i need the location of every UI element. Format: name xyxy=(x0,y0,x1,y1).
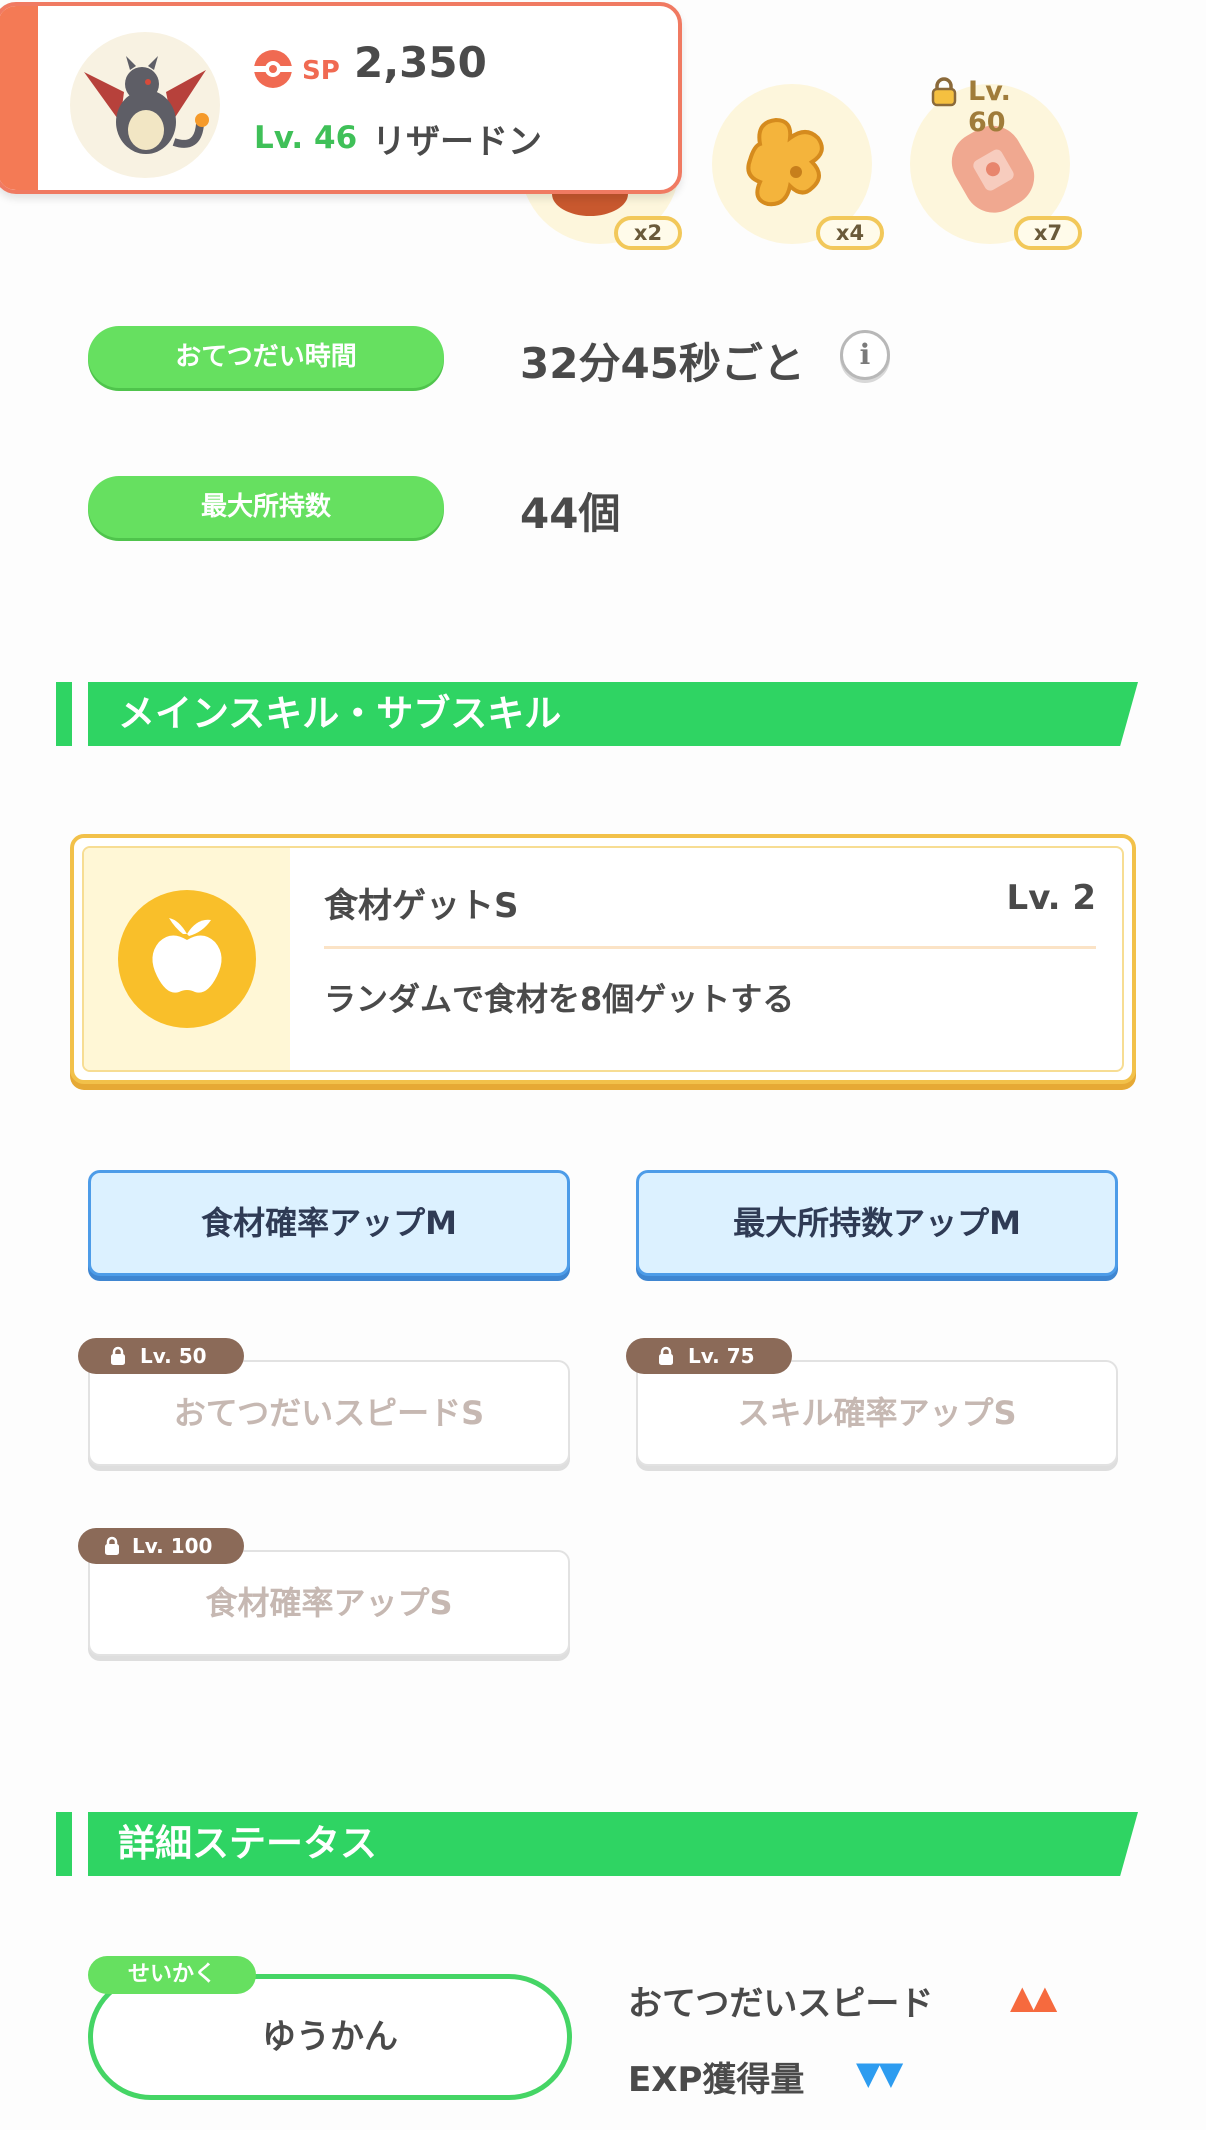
lock-icon xyxy=(931,77,957,107)
info-icon[interactable]: i xyxy=(840,330,890,380)
subskill-ingredient-finder-s[interactable]: 食材確率アップS xyxy=(88,1550,570,1656)
section-accent xyxy=(56,682,72,746)
subskill-skill-trigger-s[interactable]: スキル確率アップS xyxy=(636,1360,1118,1466)
card-accent-strip xyxy=(0,6,38,190)
lock-level-text: Lv. 50 xyxy=(140,1344,207,1368)
sp-value: 2,350 xyxy=(354,38,487,87)
lock-level-text: Lv. 100 xyxy=(132,1534,213,1558)
max-carry-value: 44個 xyxy=(520,489,621,538)
subskill-inventory-up-m[interactable]: 最大所持数アップM xyxy=(636,1170,1118,1276)
help-time-label: おてつだい時間 xyxy=(88,326,444,388)
pokemon-avatar xyxy=(70,32,220,178)
pokemon-card[interactable]: SP 2,350 Lv. 46 リザードン xyxy=(0,2,682,194)
lock-icon xyxy=(111,1346,125,1365)
skill-divider xyxy=(324,946,1096,949)
details-section-title: 詳細ステータス xyxy=(118,1822,377,1865)
main-skill-name: 食材ゲットS xyxy=(324,886,519,926)
section-accent xyxy=(56,1812,72,1876)
help-time-value: 32分45秒ごと xyxy=(520,339,805,388)
subskill-lock-lv100: Lv. 100 xyxy=(78,1528,244,1564)
ginger-count: x4 xyxy=(816,216,884,250)
sp-label: SP xyxy=(302,56,340,86)
subskill-lock-lv75: Lv. 75 xyxy=(626,1338,792,1374)
max-carry-label: 最大所持数 xyxy=(88,476,444,538)
nature-tag: せいかく xyxy=(88,1956,256,1994)
lock-icon xyxy=(659,1346,673,1365)
lock-level-text: Lv. 75 xyxy=(688,1344,755,1368)
pokemon-level: Lv. 46 xyxy=(254,120,358,156)
apple-icon xyxy=(118,890,256,1028)
nature-down-effect-label: EXP獲得量 xyxy=(628,2060,805,2100)
subskill-lock-lv50: Lv. 50 xyxy=(78,1338,244,1374)
nature-up-arrows: ▲▲ xyxy=(1010,1978,1057,2016)
main-skill-card[interactable]: 食材ゲットS Lv. 2 ランダムで食材を8個ゲットする xyxy=(70,834,1136,1084)
ingredient-1-count: x2 xyxy=(614,216,682,250)
main-skill-description: ランダムで食材を8個ゲットする xyxy=(324,980,795,1018)
subskill-helping-speed-s[interactable]: おてつだいスピードS xyxy=(88,1360,570,1466)
skills-section-title: メインスキル・サブスキル xyxy=(118,692,562,735)
main-skill-level: Lv. 2 xyxy=(1006,878,1096,918)
subskill-ingredient-finder-m[interactable]: 食材確率アップM xyxy=(88,1170,570,1276)
sausage-count: x7 xyxy=(1014,216,1082,250)
pokemon-name: リザードン xyxy=(372,122,542,162)
ingredient-lock-level: Lv. 60 xyxy=(968,76,1011,138)
lock-icon xyxy=(105,1536,119,1555)
nature-up-effect-label: おてつだいスピード xyxy=(628,1984,934,2024)
nature-down-arrows: ▼▼ xyxy=(856,2054,903,2092)
sleep-points-icon xyxy=(254,50,292,88)
